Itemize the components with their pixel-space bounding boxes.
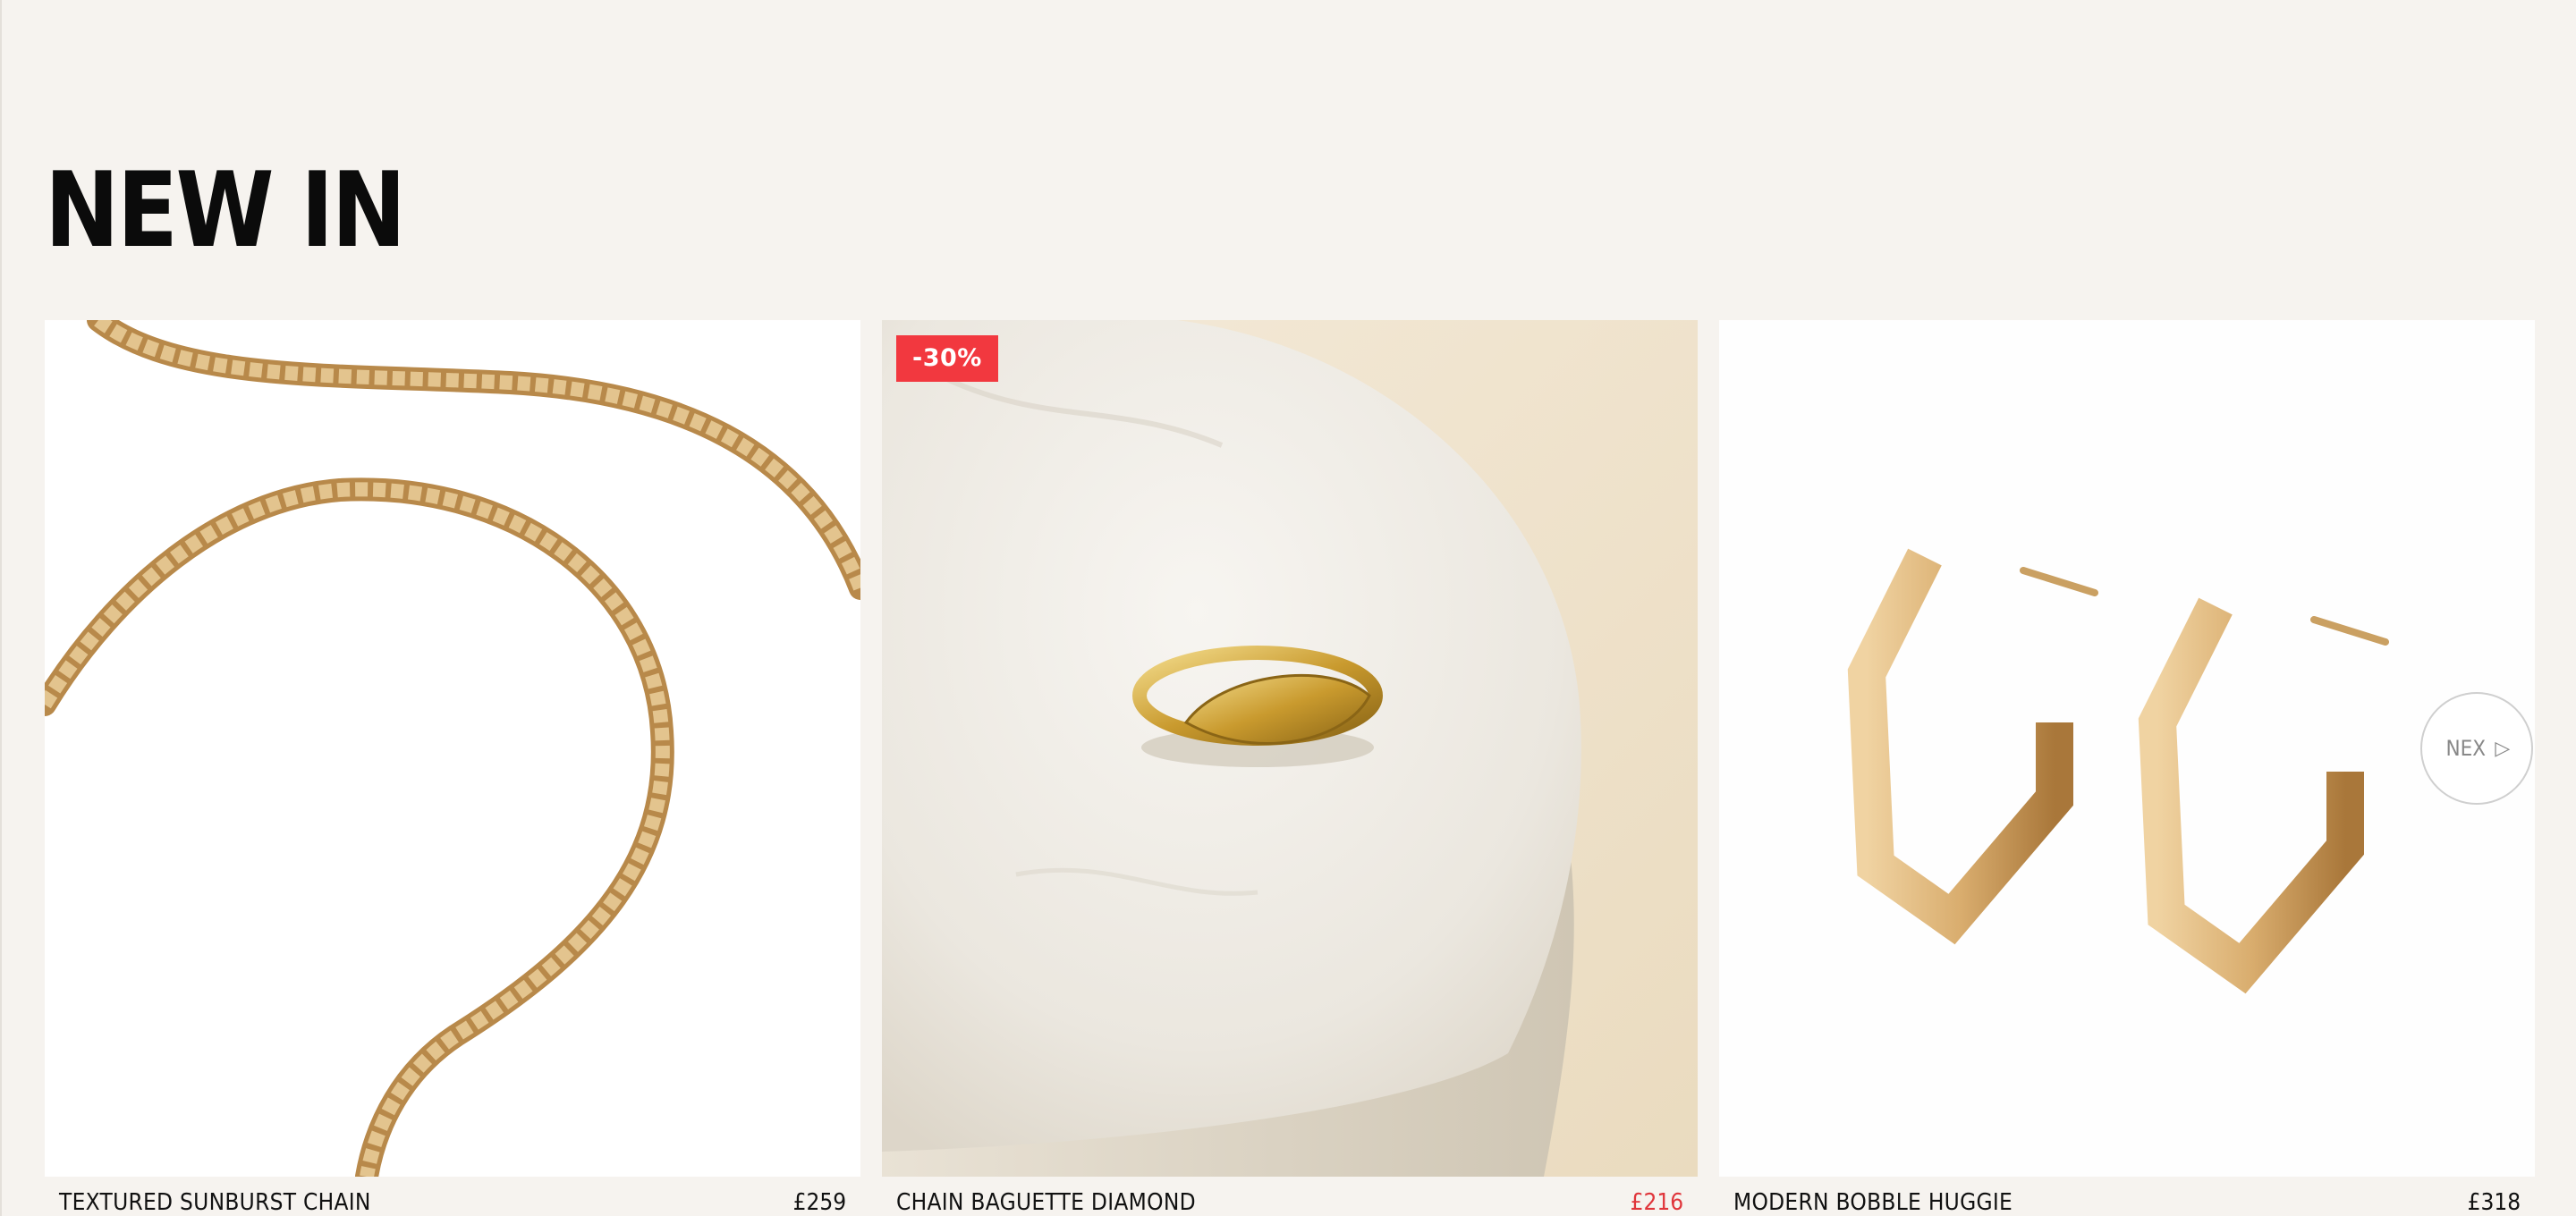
product-card[interactable]: -30% CHAIN BAGUETTE DIAMOND £216 xyxy=(882,320,1698,1216)
section-title: NEW IN xyxy=(45,150,406,271)
product-price: £259 xyxy=(792,1189,846,1216)
gold-signet-ring-icon xyxy=(882,320,1698,1177)
discount-badge: -30% xyxy=(896,335,998,382)
product-card[interactable]: MODERN BOBBLE HUGGIE £318 xyxy=(1719,320,2535,1216)
product-info: TEXTURED SUNBURST CHAIN £259 xyxy=(45,1177,860,1216)
next-button-label: NEX xyxy=(2445,736,2486,761)
product-name[interactable]: TEXTURED SUNBURST CHAIN xyxy=(59,1189,371,1216)
product-name[interactable]: CHAIN BAGUETTE DIAMOND xyxy=(896,1189,1196,1216)
product-card[interactable]: TEXTURED SUNBURST CHAIN £259 xyxy=(45,320,860,1216)
gold-hexagon-hoop-earrings-icon xyxy=(1719,320,2535,1177)
product-name[interactable]: MODERN BOBBLE HUGGIE xyxy=(1733,1189,2012,1216)
product-image-signet-ring[interactable]: -30% xyxy=(882,320,1698,1177)
product-info: CHAIN BAGUETTE DIAMOND £216 xyxy=(882,1177,1698,1216)
product-image-hoop-earrings[interactable] xyxy=(1719,320,2535,1177)
gold-chain-necklace-icon xyxy=(45,320,860,1177)
product-carousel: TEXTURED SUNBURST CHAIN £259 -30% CHAIN … xyxy=(45,320,2535,1216)
product-image-chain-necklace[interactable] xyxy=(45,320,860,1177)
product-info: MODERN BOBBLE HUGGIE £318 xyxy=(1719,1177,2535,1216)
carousel-next-button[interactable]: NEX ▷ xyxy=(2420,692,2533,805)
product-price: £318 xyxy=(2467,1189,2521,1216)
page: NEW IN TEXTURED SUNBURST CHAIN £259 -30%… xyxy=(0,0,2576,1216)
product-price: £216 xyxy=(1630,1189,1683,1216)
play-arrow-icon: ▷ xyxy=(2495,737,2511,760)
